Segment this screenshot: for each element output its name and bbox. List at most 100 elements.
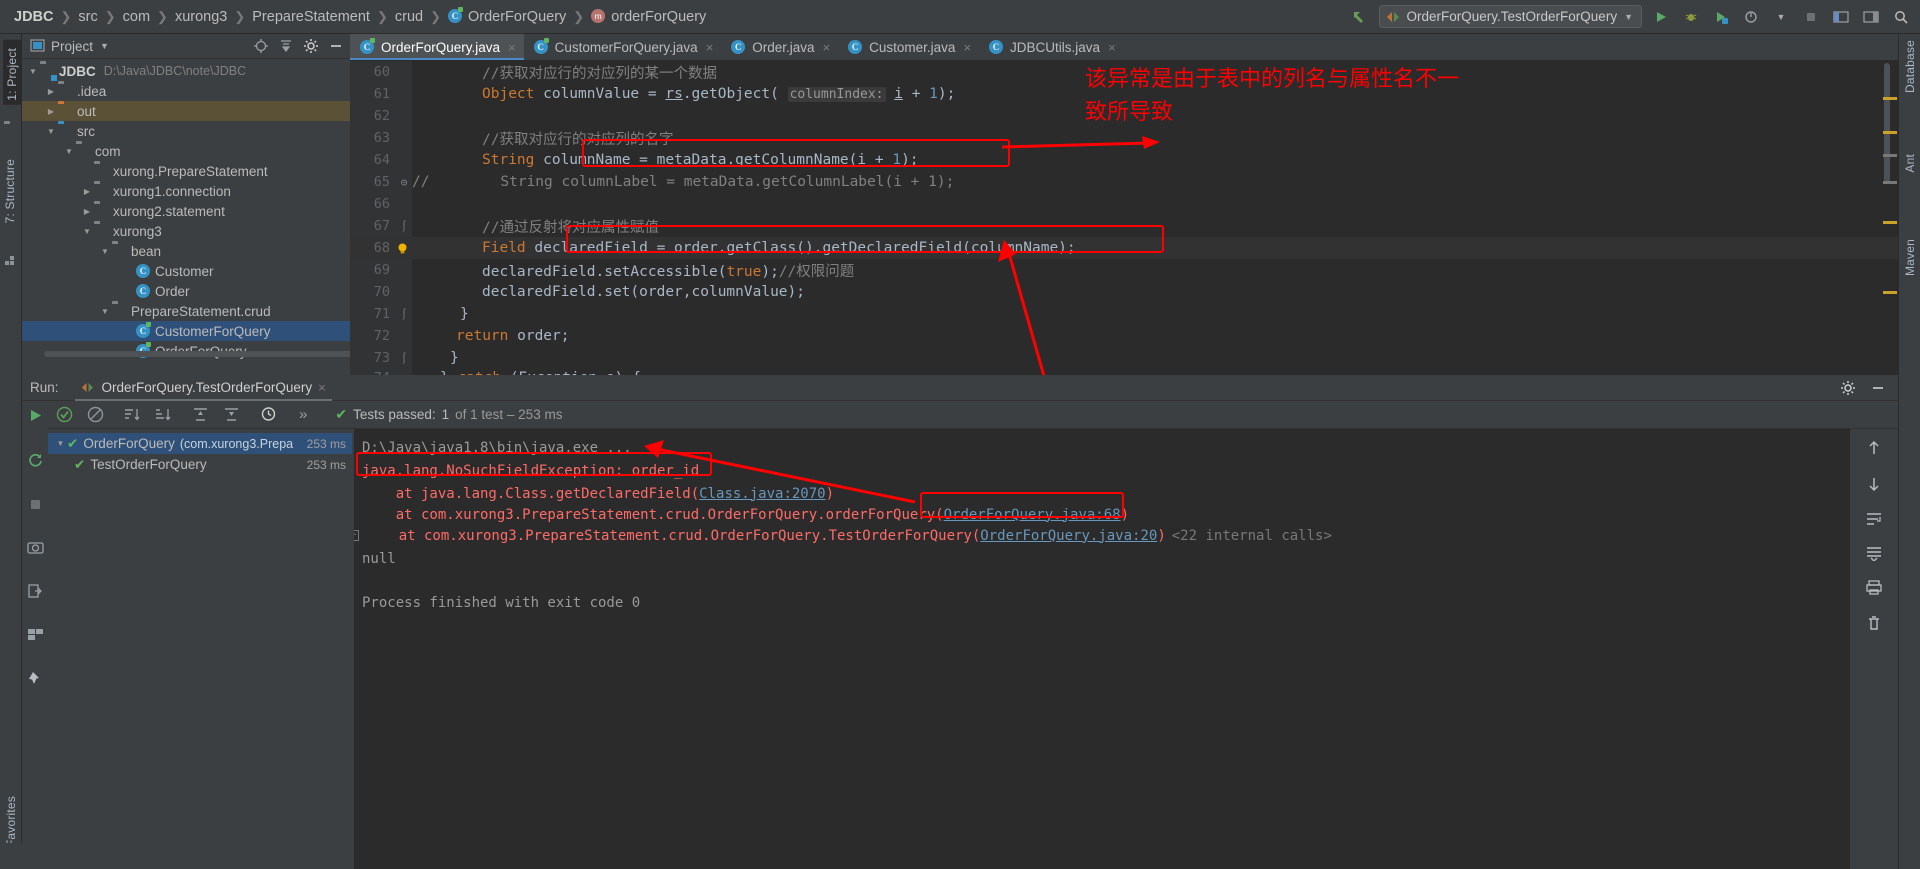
tree-item-idea[interactable]: ▶ .idea — [22, 81, 350, 101]
collapse-all-icon[interactable] — [223, 407, 240, 422]
history-icon[interactable] — [260, 406, 277, 423]
chevron-down-icon[interactable]: ▼ — [1770, 6, 1792, 28]
close-icon[interactable]: × — [1108, 40, 1116, 55]
expand-all-icon[interactable] — [192, 407, 209, 422]
twisty-right-icon[interactable]: ▶ — [80, 207, 94, 216]
trash-icon[interactable] — [1865, 614, 1883, 632]
console-link[interactable]: OrderForQuery.java:20 — [980, 528, 1157, 544]
breadcrumb-item-crud[interactable]: crud — [395, 9, 423, 25]
console-link[interactable]: Class.java:2070 — [699, 486, 825, 502]
tree-item-preparestatement-crud[interactable]: ▼ PrepareStatement.crud — [22, 301, 350, 321]
collapse-all-icon[interactable] — [278, 38, 294, 54]
tree-item-src[interactable]: ▼ src — [22, 121, 350, 141]
close-icon[interactable]: × — [508, 40, 516, 55]
test-tree-row-testorderforquery[interactable]: ✔ TestOrderForQuery 253 ms — [48, 454, 352, 475]
fold-minus-icon[interactable]: ⊝ — [396, 176, 412, 189]
tree-item-customerforquery[interactable]: C CustomerForQuery — [22, 321, 350, 341]
tree-item-out[interactable]: ▶ out — [22, 101, 350, 121]
tool-window-ant[interactable]: Ant — [1903, 154, 1917, 173]
tab-jdbcutils-java[interactable]: C JDBCUtils.java × — [979, 34, 1124, 60]
breadcrumb-item-orderforquery[interactable]: C OrderForQuery — [447, 7, 566, 25]
twisty-down-icon[interactable]: ▼ — [98, 307, 112, 316]
layout-icon[interactable] — [1830, 6, 1852, 28]
print-icon[interactable] — [1865, 579, 1883, 596]
sort-duration-icon[interactable] — [155, 407, 172, 422]
twisty-down-icon[interactable]: ▼ — [98, 247, 112, 256]
profile-icon[interactable] — [1740, 6, 1762, 28]
pin-icon[interactable] — [27, 670, 44, 687]
console-link[interactable]: OrderForQuery.java:68 — [944, 507, 1121, 523]
close-icon[interactable]: × — [823, 40, 831, 55]
chevron-down-icon[interactable]: ▼ — [1624, 12, 1633, 22]
search-icon[interactable] — [1890, 6, 1912, 28]
tree-item-customer[interactable]: C Customer — [22, 261, 350, 281]
twisty-down-icon[interactable]: ▼ — [44, 127, 58, 136]
tool-window-database[interactable]: Database — [1903, 40, 1917, 93]
tab-customer-java[interactable]: C Customer.java × — [838, 34, 979, 60]
fold-plus-icon[interactable]: + — [354, 530, 359, 541]
twisty-right-icon[interactable]: ▶ — [44, 87, 58, 96]
tab-orderforquery-java[interactable]: C OrderForQuery.java × — [350, 34, 524, 60]
tree-item-com[interactable]: ▼ com — [22, 141, 350, 161]
soft-wrap-icon[interactable] — [1865, 511, 1883, 527]
rerun-failed-icon[interactable] — [27, 452, 44, 469]
tree-item-xurong1-connection[interactable]: ▶ xurong1.connection — [22, 181, 350, 201]
run-icon[interactable] — [1650, 6, 1672, 28]
twisty-right-icon[interactable]: ▶ — [44, 107, 58, 116]
gear-icon[interactable] — [303, 38, 319, 54]
rerun-icon[interactable] — [27, 407, 44, 424]
scroll-end-icon[interactable] — [1865, 545, 1883, 561]
test-tree-row-orderforquery[interactable]: ▼ ✔ OrderForQuery (com.xurong3.Prepa 253… — [48, 433, 352, 454]
twisty-down-icon[interactable]: ▼ — [80, 227, 94, 236]
tab-customerforquery-java[interactable]: C CustomerForQuery.java × — [524, 34, 722, 60]
close-icon[interactable]: × — [963, 40, 971, 55]
tree-item-jdbc[interactable]: ▼ JDBC D:\Java\JDBC\note\JDBC — [22, 61, 350, 81]
breadcrumb-item-method[interactable]: m orderForQuery — [591, 9, 706, 25]
minimize-icon[interactable] — [1870, 380, 1886, 396]
breadcrumb-item-src[interactable]: src — [78, 9, 97, 25]
editor-vertical-scrollbar[interactable] — [1884, 63, 1890, 183]
breadcrumb-item-xurong3[interactable]: xurong3 — [175, 9, 227, 25]
tool-window-structure[interactable]: 7: Structure — [3, 159, 17, 223]
gear-icon[interactable] — [1840, 380, 1856, 396]
tab-order-java[interactable]: C Order.java × — [721, 34, 838, 60]
test-results-tree[interactable]: ▼ ✔ OrderForQuery (com.xurong3.Prepa 253… — [48, 429, 352, 869]
breadcrumb-item-preparestatement[interactable]: PrepareStatement — [252, 9, 370, 25]
twisty-right-icon[interactable]: ▶ — [80, 187, 94, 196]
tree-item-xurong2-statement[interactable]: ▶ xurong2.statement — [22, 201, 350, 221]
breadcrumb-item-jdbc[interactable]: JDBC — [14, 9, 53, 25]
project-tree-horizontal-scrollbar[interactable] — [44, 351, 350, 357]
target-icon[interactable] — [253, 38, 269, 54]
console-internal-calls[interactable]: <22 internal calls> — [1172, 528, 1332, 544]
fold-brace-icon[interactable]: ⎰ — [396, 306, 412, 322]
tool-window-maven[interactable]: Maven — [1903, 239, 1917, 276]
twisty-down-icon[interactable]: ▼ — [62, 147, 76, 156]
debug-icon[interactable] — [1680, 6, 1702, 28]
arrow-up-left-icon[interactable] — [1349, 6, 1371, 28]
scroll-up-icon[interactable] — [1865, 439, 1883, 457]
camera-icon[interactable] — [26, 540, 44, 555]
close-icon[interactable]: × — [318, 380, 326, 395]
export-icon[interactable] — [27, 583, 43, 599]
project-tree[interactable]: ▼ JDBC D:\Java\JDBC\note\JDBC ▶ .idea ▶ … — [22, 59, 350, 367]
ignore-icon[interactable] — [87, 406, 104, 423]
twisty-down-icon[interactable]: ▼ — [54, 439, 67, 448]
scroll-down-icon[interactable] — [1865, 475, 1883, 493]
close-icon[interactable]: × — [706, 40, 714, 55]
tree-item-xurong-preparestatement[interactable]: xurong.PrepareStatement — [22, 161, 350, 181]
run-configuration-selector[interactable]: OrderForQuery.TestOrderForQuery ▼ — [1378, 5, 1642, 28]
expand-chevron-icon[interactable]: » — [299, 406, 307, 423]
tree-item-bean[interactable]: ▼ bean — [22, 241, 350, 261]
layout-icon[interactable] — [27, 627, 44, 642]
coverage-icon[interactable] — [1710, 6, 1732, 28]
twisty-down-icon[interactable]: ▼ — [26, 67, 40, 76]
sort-alpha-icon[interactable] — [124, 407, 141, 422]
structure-icon[interactable] — [5, 256, 16, 267]
console-output[interactable]: D:\Java\java1.8\bin\java.exe ... java.la… — [354, 429, 1850, 869]
minimize-icon[interactable] — [328, 38, 344, 54]
check-icon[interactable] — [56, 406, 73, 423]
fold-brace-icon[interactable]: ⎰ — [396, 350, 412, 366]
tree-item-xurong3[interactable]: ▼ xurong3 — [22, 221, 350, 241]
preview-icon[interactable] — [1860, 6, 1882, 28]
tool-window-project[interactable]: 1: Project — [3, 40, 21, 105]
